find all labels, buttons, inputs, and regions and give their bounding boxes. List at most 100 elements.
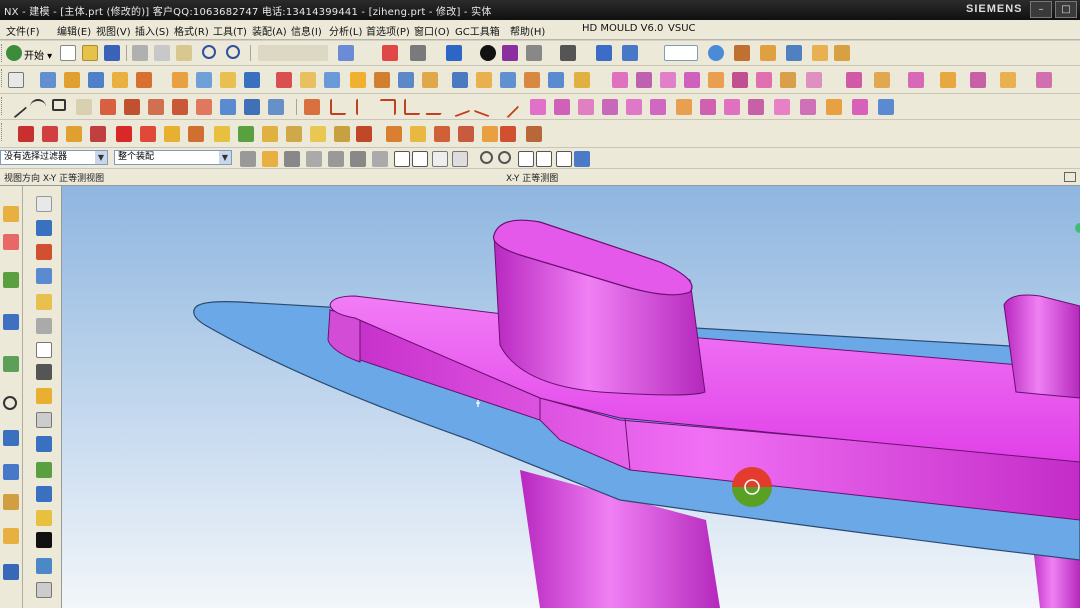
workpiece-icon[interactable] bbox=[90, 126, 106, 142]
constraint-navigator-icon[interactable] bbox=[3, 272, 19, 288]
bridge-curve-icon[interactable] bbox=[172, 99, 188, 115]
menu-window[interactable]: 窗口(O) bbox=[414, 23, 450, 38]
runner-tool-icon[interactable] bbox=[36, 532, 52, 548]
parting-tool-icon[interactable] bbox=[36, 318, 52, 334]
symbolic-thread-icon[interactable] bbox=[826, 99, 842, 115]
sphere-icon[interactable] bbox=[526, 45, 542, 61]
project-init-icon[interactable] bbox=[36, 220, 52, 236]
copy-icon[interactable] bbox=[154, 45, 170, 61]
scale-icon[interactable] bbox=[524, 72, 540, 88]
thicken-icon[interactable] bbox=[874, 72, 890, 88]
minimize-button[interactable]: – bbox=[1030, 1, 1052, 18]
standard-parts-icon[interactable] bbox=[238, 126, 254, 142]
menu-information[interactable]: 信息(I) bbox=[291, 23, 322, 38]
circle-snap-icon[interactable] bbox=[480, 151, 493, 164]
law-curve-icon[interactable] bbox=[724, 99, 740, 115]
bounded-plane-icon[interactable] bbox=[708, 72, 724, 88]
sew-icon[interactable] bbox=[548, 72, 564, 88]
save-icon[interactable] bbox=[104, 45, 120, 61]
roles-icon[interactable] bbox=[3, 528, 19, 544]
menu-analysis[interactable]: 分析(L) bbox=[329, 23, 362, 38]
sketch-icon[interactable] bbox=[8, 72, 24, 88]
open-folder-icon[interactable] bbox=[82, 45, 98, 61]
moldbase-icon[interactable] bbox=[214, 126, 230, 142]
slash-snap-icon[interactable] bbox=[536, 151, 552, 167]
isoparametric-icon[interactable] bbox=[774, 99, 790, 115]
silhouette-flange-icon[interactable] bbox=[908, 72, 924, 88]
menu-assemblies[interactable]: 装配(A) bbox=[252, 23, 287, 38]
extend-curve-icon[interactable] bbox=[449, 96, 471, 118]
intersect-icon[interactable] bbox=[300, 72, 316, 88]
enlarge-icon[interactable] bbox=[1000, 72, 1016, 88]
datum-axis-icon[interactable] bbox=[554, 99, 570, 115]
trim-mould-icon[interactable] bbox=[434, 126, 450, 142]
system-scenes-icon[interactable] bbox=[3, 564, 19, 580]
slot-icon[interactable] bbox=[196, 72, 212, 88]
assembly-scope-dropdown[interactable]: 整个装配 ▼ bbox=[114, 150, 232, 165]
bom-icon[interactable] bbox=[482, 126, 498, 142]
mould-csys-icon[interactable] bbox=[42, 126, 58, 142]
line-icon[interactable] bbox=[4, 95, 28, 119]
zoom-icon[interactable] bbox=[410, 45, 426, 61]
graphics-viewport[interactable] bbox=[62, 186, 1080, 608]
mirror-icon[interactable] bbox=[476, 72, 492, 88]
chamfer-curve-icon[interactable] bbox=[425, 99, 447, 115]
snap-point-icon[interactable] bbox=[262, 151, 278, 167]
datum-plane-icon[interactable] bbox=[530, 99, 546, 115]
project-curve-icon[interactable] bbox=[196, 99, 212, 115]
point-icon[interactable] bbox=[602, 99, 618, 115]
patch-icon[interactable] bbox=[574, 72, 590, 88]
divide-curve-icon[interactable] bbox=[356, 99, 372, 115]
point-on-curve-icon[interactable] bbox=[432, 151, 448, 167]
mould-wizard-icon[interactable] bbox=[36, 196, 52, 212]
unite-icon[interactable] bbox=[244, 72, 260, 88]
through-curves-icon[interactable] bbox=[636, 72, 652, 88]
plane-icon[interactable] bbox=[650, 99, 666, 115]
subtract-icon[interactable] bbox=[276, 72, 292, 88]
redo-icon[interactable] bbox=[226, 45, 240, 59]
chamfer-icon[interactable] bbox=[374, 72, 390, 88]
subinsert-icon[interactable] bbox=[310, 126, 326, 142]
assembly-navigator-icon[interactable] bbox=[3, 234, 19, 250]
menu-help[interactable]: 帮助(H) bbox=[510, 23, 545, 38]
standard-part-tool-icon[interactable] bbox=[36, 412, 52, 428]
spline-icon[interactable] bbox=[100, 99, 116, 115]
gate-icon[interactable] bbox=[334, 126, 350, 142]
menu-preferences[interactable]: 首选项(P) bbox=[366, 23, 410, 38]
undo-icon[interactable] bbox=[202, 45, 216, 59]
runner-icon[interactable] bbox=[356, 126, 372, 142]
start-menu-button[interactable]: 开始 ▾ bbox=[24, 47, 52, 62]
helix-icon[interactable] bbox=[700, 99, 716, 115]
wcs-icon[interactable] bbox=[708, 45, 724, 61]
menu-hd-mould[interactable]: HD MOULD V6.0 bbox=[582, 23, 663, 34]
ejector-tool-icon[interactable] bbox=[36, 436, 52, 452]
curve-length-icon[interactable] bbox=[496, 95, 520, 119]
section-curve-icon[interactable] bbox=[244, 99, 260, 115]
raster-image-icon[interactable] bbox=[676, 99, 692, 115]
shell-icon[interactable] bbox=[398, 72, 414, 88]
extrude-icon[interactable] bbox=[40, 72, 56, 88]
point-on-surface-icon[interactable] bbox=[452, 151, 468, 167]
snap-icon[interactable] bbox=[596, 45, 612, 61]
menu-file[interactable]: 文件(F) bbox=[6, 23, 40, 38]
law-extension-icon[interactable] bbox=[940, 72, 956, 88]
composite-curve-icon[interactable] bbox=[748, 99, 764, 115]
plus-snap-icon[interactable] bbox=[518, 151, 534, 167]
toolbar-grip[interactable] bbox=[1, 44, 5, 62]
analysis-icon[interactable] bbox=[786, 45, 802, 61]
cooling-tool-icon[interactable] bbox=[36, 558, 52, 574]
revolve-icon[interactable] bbox=[64, 72, 80, 88]
process-studio-icon[interactable] bbox=[3, 464, 19, 480]
pad-icon[interactable] bbox=[172, 72, 188, 88]
surface-icon[interactable] bbox=[612, 72, 628, 88]
manufacturing-wizard-icon[interactable] bbox=[3, 494, 19, 510]
wrap-curve-icon[interactable] bbox=[800, 99, 816, 115]
menu-format[interactable]: 格式(R) bbox=[174, 23, 209, 38]
fit-icon[interactable] bbox=[382, 45, 398, 61]
cast-process-icon[interactable] bbox=[526, 126, 542, 142]
intersection-point-icon[interactable] bbox=[350, 151, 366, 167]
hole-icon[interactable] bbox=[88, 72, 104, 88]
drawing-icon[interactable] bbox=[500, 126, 516, 142]
slider-icon[interactable] bbox=[286, 126, 302, 142]
section-icon[interactable] bbox=[560, 45, 576, 61]
